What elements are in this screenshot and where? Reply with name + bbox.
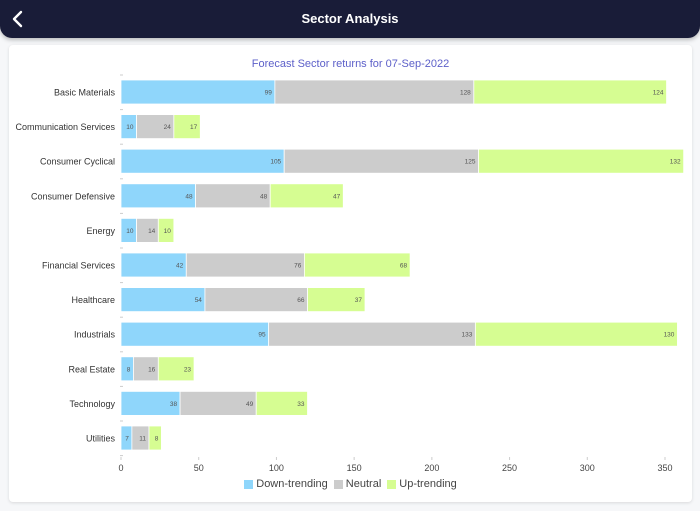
data-label: 99: [265, 90, 273, 97]
data-label: 10: [126, 124, 134, 131]
chart-legend: Down-trending Neutral Up-trending: [9, 478, 692, 490]
y-tick-label: Consumer Cyclical: [40, 157, 115, 167]
legend-label: Up-trending: [399, 478, 457, 490]
data-label: 10: [126, 228, 134, 235]
bar-segment-neutral: [204, 287, 308, 313]
bar-segment-up: [474, 321, 678, 347]
data-label: 16: [148, 366, 156, 373]
data-label: 76: [294, 263, 302, 270]
data-label: 105: [270, 159, 281, 166]
data-label: 49: [246, 401, 254, 408]
legend-item[interactable]: Down-trending: [244, 478, 328, 490]
data-label: 54: [195, 297, 203, 304]
x-tick-label: 100: [269, 463, 284, 473]
legend-swatch: [333, 479, 343, 489]
y-tick-label: Basic Materials: [54, 88, 116, 98]
x-tick-label: 50: [194, 463, 204, 473]
y-tick-label: Industrials: [74, 330, 116, 340]
data-label: 33: [297, 401, 305, 408]
legend-swatch: [387, 479, 397, 489]
bar-segment-neutral: [179, 390, 257, 416]
y-tick-label: Financial Services: [42, 261, 116, 271]
bar-segment-down: [120, 148, 285, 174]
y-tick-label: Consumer Defensive: [31, 191, 115, 201]
y-tick-label: Energy: [86, 226, 115, 236]
y-tick-label: Utilities: [86, 434, 116, 444]
bar-segment-neutral: [274, 79, 475, 105]
y-tick-label: Healthcare: [71, 295, 115, 305]
stacked-bar-chart: Basic Materials 99 128 124 Communication Ser…: [15, 74, 685, 473]
y-tick-label: Technology: [69, 399, 115, 409]
bar-segment-up: [473, 79, 667, 105]
data-label: 23: [184, 366, 192, 373]
data-label: 68: [400, 263, 408, 270]
legend-swatch: [244, 479, 254, 489]
data-label: 11: [139, 436, 146, 443]
chart-card: Forecast Sector returns for 07-Sep-2022 …: [9, 45, 692, 502]
legend-label: Neutral: [345, 478, 382, 490]
data-label: 42: [176, 263, 184, 270]
y-tick-label: Real Estate: [68, 364, 115, 374]
data-label: 125: [465, 159, 476, 166]
bar-segment-down: [120, 287, 206, 313]
bar-segment-up: [304, 252, 411, 278]
data-label: 133: [462, 332, 473, 339]
bar-segment-down: [120, 79, 276, 105]
page-title: Sector Analysis: [301, 11, 399, 26]
x-tick-label: 350: [657, 463, 672, 473]
data-label: 8: [155, 436, 159, 443]
data-label: 37: [355, 297, 363, 304]
x-tick-label: 0: [118, 463, 123, 473]
data-label: 124: [653, 90, 664, 97]
data-label: 128: [460, 90, 471, 97]
y-tick-label: Communication Services: [15, 122, 115, 132]
data-label: 48: [260, 193, 268, 200]
data-label: 17: [190, 124, 198, 131]
data-label: 66: [297, 297, 305, 304]
app-header: Sector Analysis: [0, 0, 700, 38]
bar-segment-down: [120, 321, 270, 347]
legend-item[interactable]: Neutral: [333, 478, 382, 490]
data-label: 132: [670, 159, 681, 166]
x-tick-label: 250: [502, 463, 517, 473]
legend-label: Down-trending: [256, 478, 328, 490]
bar-segment-neutral: [185, 252, 305, 278]
x-tick-label: 300: [580, 463, 595, 473]
legend-item[interactable]: Up-trending: [387, 478, 457, 490]
x-tick-label: 200: [424, 463, 439, 473]
data-label: 24: [164, 124, 172, 131]
data-label: 7: [125, 436, 129, 443]
data-label: 48: [185, 193, 193, 200]
data-label: 14: [148, 228, 156, 235]
data-label: 10: [164, 228, 172, 235]
bar-segment-up: [478, 148, 685, 174]
x-tick-label: 150: [347, 463, 362, 473]
data-label: 38: [170, 401, 178, 408]
data-label: 130: [664, 332, 675, 339]
bar-segment-neutral: [283, 148, 479, 174]
data-label: 47: [333, 193, 341, 200]
data-label: 95: [258, 332, 266, 339]
bar-segment-neutral: [268, 321, 476, 347]
data-label: 8: [127, 366, 131, 373]
